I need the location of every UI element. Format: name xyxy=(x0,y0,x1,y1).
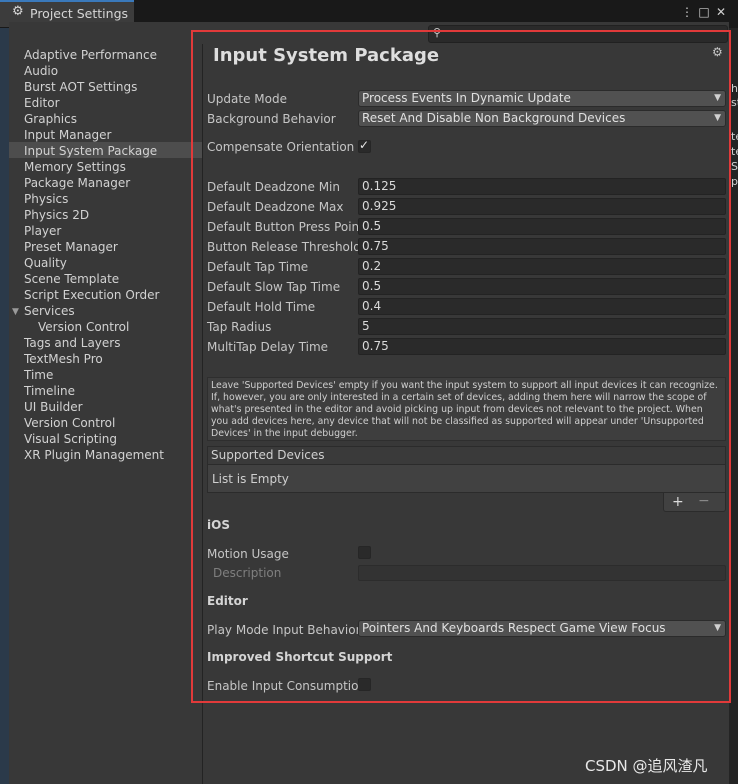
sidebar-item-graphics[interactable]: Graphics xyxy=(24,111,77,127)
sidebar-item-input-system-package[interactable]: Input System Package xyxy=(24,143,157,159)
sidebar-item-timeline[interactable]: Timeline xyxy=(24,383,75,399)
edge-text: st xyxy=(731,96,738,109)
sidebar-item-player[interactable]: Player xyxy=(24,223,61,239)
sidebar-item-physics-2d[interactable]: Physics 2D xyxy=(24,207,89,223)
sidebar-item-scene-template[interactable]: Scene Template xyxy=(24,271,119,287)
close-icon[interactable]: ✕ xyxy=(714,5,728,19)
sidebar-item-version-control[interactable]: Version Control xyxy=(24,415,115,431)
edge-text: p xyxy=(731,175,738,188)
sidebar-item-visual-scripting[interactable]: Visual Scripting xyxy=(24,431,117,447)
sidebar-item-quality[interactable]: Quality xyxy=(24,255,67,271)
expand-triangle-icon[interactable]: ▼ xyxy=(12,307,19,317)
sidebar-item-package-manager[interactable]: Package Manager xyxy=(24,175,130,191)
editor-background-left xyxy=(0,0,9,784)
sidebar-item-physics[interactable]: Physics xyxy=(24,191,68,207)
edge-text: h xyxy=(731,82,738,95)
sidebar-item-textmesh-pro[interactable]: TextMesh Pro xyxy=(24,351,103,367)
sidebar-item-input-manager[interactable]: Input Manager xyxy=(24,127,112,143)
sidebar-item-audio[interactable]: Audio xyxy=(24,63,58,79)
sidebar-item-services-version-control[interactable]: Version Control xyxy=(38,319,129,335)
edge-text: te xyxy=(731,145,738,158)
sidebar-item-adaptive-performance[interactable]: Adaptive Performance xyxy=(24,47,157,63)
watermark: CSDN @追风渣凡 xyxy=(585,757,708,775)
edge-text: te xyxy=(731,130,738,143)
sidebar-item-burst-aot-settings[interactable]: Burst AOT Settings xyxy=(24,79,137,95)
edge-text: S xyxy=(731,160,738,173)
gear-icon: ⚙ xyxy=(12,4,24,19)
maximize-icon[interactable]: □ xyxy=(697,5,711,19)
sidebar-item-ui-builder[interactable]: UI Builder xyxy=(24,399,83,415)
sidebar-item-services[interactable]: Services xyxy=(24,303,75,319)
sidebar-item-editor[interactable]: Editor xyxy=(24,95,60,111)
more-options-icon[interactable]: ⋮ xyxy=(680,5,694,19)
sidebar-item-time[interactable]: Time xyxy=(24,367,53,383)
sidebar-item-tags-and-layers[interactable]: Tags and Layers xyxy=(24,335,120,351)
sidebar-item-xr-plugin-management[interactable]: XR Plugin Management xyxy=(24,447,164,463)
sidebar-item-memory-settings[interactable]: Memory Settings xyxy=(24,159,126,175)
sidebar-item-script-execution-order[interactable]: Script Execution Order xyxy=(24,287,159,303)
sidebar-item-preset-manager[interactable]: Preset Manager xyxy=(24,239,118,255)
highlight-box xyxy=(191,30,731,703)
window-title: Project Settings xyxy=(30,6,129,21)
